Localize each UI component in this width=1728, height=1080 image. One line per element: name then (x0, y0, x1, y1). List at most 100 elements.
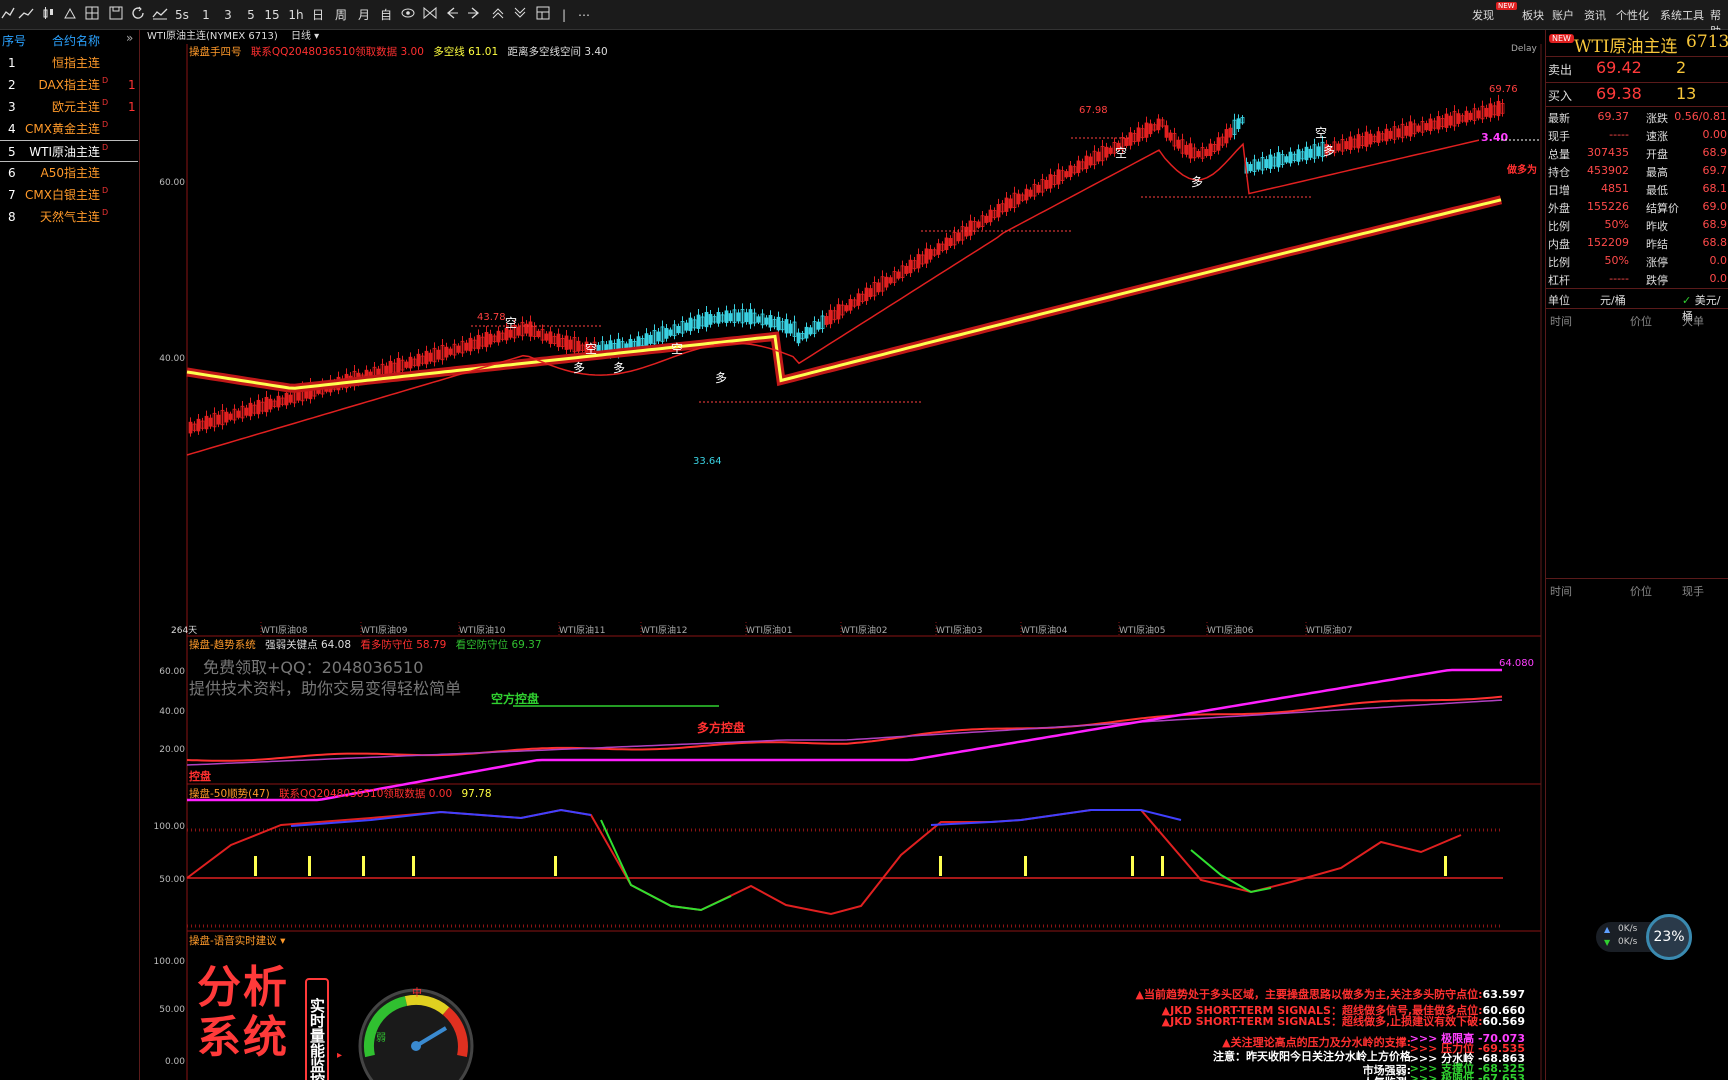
signal-bar (254, 856, 257, 876)
candle-body (828, 309, 833, 325)
save-icon[interactable] (108, 6, 124, 24)
more-icon[interactable]: ⋯ (576, 6, 592, 24)
month-label: WTI原油02 (841, 624, 888, 636)
trend-line-icon[interactable] (18, 6, 34, 24)
unit-label: 单位 (1548, 294, 1570, 307)
candle-body (924, 248, 929, 264)
candle-body (984, 215, 989, 223)
arrow-left-icon[interactable] (444, 6, 460, 24)
chevron-down-icon[interactable] (512, 6, 528, 24)
collapse-icon[interactable]: » (126, 31, 133, 45)
candle-body (684, 322, 689, 331)
period-15[interactable]: 15 (264, 6, 280, 24)
arrow-right-icon[interactable] (466, 6, 482, 24)
buy-label: 买入 (1548, 89, 1573, 103)
divider (1546, 56, 1728, 57)
flow-icon[interactable] (62, 6, 78, 24)
chart-canvas[interactable]: 60.00 40.00 60.00 40.00 20.00 100.00 50.00 100.… (141, 30, 1545, 1080)
trend-pane-title: 操盘-趋势系统 强弱关键点 64.08 看多防守位 58.79 看空防守位 69… (189, 637, 542, 652)
ma-long-red (186, 195, 1503, 393)
list-item[interactable]: 6 A50指主连 (0, 162, 138, 184)
candle-body (864, 287, 869, 302)
col-index-header[interactable]: 序号 (2, 32, 26, 49)
col-name-header[interactable]: 合约名称 (52, 32, 100, 49)
menu-sector[interactable]: 板块 (1522, 7, 1544, 23)
high-label: 67.98 (1079, 105, 1108, 116)
menu-news[interactable]: 资讯 (1584, 7, 1606, 23)
refresh-icon[interactable] (130, 6, 146, 24)
buy-price[interactable]: 69.38 (1596, 84, 1642, 103)
candle-body (1168, 132, 1173, 141)
signal-duo: 多 (1191, 175, 1203, 189)
contract-list-panel: 序号 合约名称 » 1 恒指主连 2 DAX指主连 D 1 3 欧元主连 D 1 4 CMX黄金主连 D… (0, 30, 140, 1080)
trend-indicator-name[interactable]: 操盘-趋势系统 (189, 639, 256, 651)
quote-key: 速涨 (1646, 130, 1668, 143)
list-item[interactable]: 3 欧元主连 D 1 (0, 96, 138, 118)
candle-body (448, 348, 453, 355)
period-5[interactable]: 5 (243, 6, 259, 24)
candle-body (836, 304, 841, 320)
list-item[interactable]: 2 DAX指主连 D 1 (0, 74, 138, 96)
period-week[interactable]: 周 (333, 6, 349, 24)
days-count: 264天 (171, 626, 197, 636)
signal-bar (1024, 856, 1027, 876)
strength-indicator-name[interactable]: 操盘-50顺势(47) (189, 788, 270, 800)
candle-body (908, 259, 913, 274)
period-1[interactable]: 1 (198, 6, 214, 24)
list-item[interactable]: 7 CMX白银主连 D (0, 184, 138, 206)
period-1h[interactable]: 1h (288, 6, 304, 24)
trend-icon[interactable] (152, 6, 168, 24)
signal-duo: 多 (1323, 144, 1335, 158)
menu-discover[interactable]: 发现 (1472, 7, 1494, 23)
quote-code: 6713 (1686, 32, 1728, 52)
month-label: WTI原油06 (1207, 624, 1254, 636)
candle-body (1468, 112, 1473, 120)
main-indicator-name[interactable]: 操盘手四号 (189, 46, 242, 58)
candle-body (1304, 146, 1309, 161)
level-label: >>> 极限低 - (1409, 1072, 1483, 1080)
layout-icon[interactable] (535, 6, 551, 24)
candle-body (536, 330, 541, 338)
period-day[interactable]: 日 (310, 6, 326, 24)
list-item[interactable]: 1 恒指主连 (0, 52, 138, 74)
list-item-extra: 1 (128, 100, 136, 114)
period-3[interactable]: 3 (220, 6, 236, 24)
sell-price[interactable]: 69.42 (1596, 58, 1642, 77)
trend-red-line (186, 695, 1503, 762)
candle-body (796, 332, 801, 344)
level-line: >>> 极限低 -67.653 (1410, 1070, 1525, 1080)
list-item[interactable]: 5 WTI原油主连 D (0, 140, 138, 162)
line-chart-icon[interactable] (0, 6, 16, 24)
bowtie-icon[interactable] (422, 6, 438, 24)
memory-usage-ball[interactable]: 23% (1646, 914, 1692, 960)
candlestick-icon[interactable] (40, 6, 56, 24)
menu-personalize[interactable]: 个性化 (1616, 7, 1649, 23)
list-item[interactable]: 8 天然气主连 D (0, 206, 138, 228)
tick2-col-time: 时间 (1550, 585, 1572, 598)
period-month[interactable]: 月 (356, 6, 372, 24)
app-window: 5s 1 3 5 15 1h 日 周 月 自 | ⋯ 发现 NEW 板块 账户 … (0, 0, 1728, 1080)
candle-body (768, 315, 773, 328)
list-item[interactable]: 4 CMX黄金主连 D (0, 118, 138, 140)
quote-row: 外盘 155226 结算价 69.0 (1546, 200, 1728, 218)
candle-body (676, 326, 681, 334)
gauge-weak-label: 弱 (376, 1032, 386, 1044)
candle-body (1408, 121, 1413, 137)
signal-bar (1161, 856, 1164, 876)
voice-pane-title[interactable]: 操盘-语音实时建议 ▾ (189, 933, 285, 948)
quote-key: 跌停 (1646, 274, 1668, 287)
candle-body (708, 314, 713, 325)
grid-icon[interactable] (84, 6, 100, 24)
candle-body (884, 276, 889, 288)
period-5s[interactable]: 5s (174, 6, 190, 24)
list-item-name: CMX白银主连 (25, 188, 100, 202)
period-custom[interactable]: 自 (378, 6, 394, 24)
strength-v2: 97.78 (461, 788, 492, 800)
menu-account[interactable]: 账户 (1552, 7, 1574, 23)
eye-icon[interactable] (400, 6, 416, 24)
advice-value: 63.597 (1482, 988, 1525, 1001)
advice-text: 人气监测: (1363, 1076, 1411, 1080)
quote-title: WTI原油主连 (1574, 37, 1678, 57)
menu-system-tools[interactable]: 系统工具 (1660, 7, 1704, 23)
chevron-up-icon[interactable] (490, 6, 506, 24)
